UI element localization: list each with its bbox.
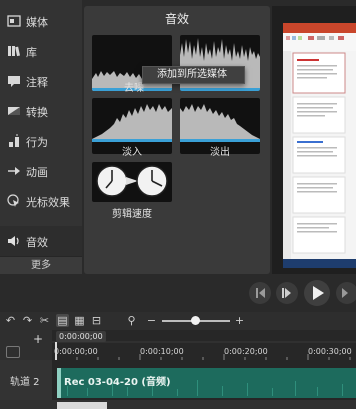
effect-tile-clip-speed[interactable] <box>92 162 172 202</box>
context-menu-add-to-selected-media[interactable]: 添加到所选媒体 <box>142 66 245 84</box>
sidebar-item-label: 光标效果 <box>26 196 70 209</box>
tile-label: 淡出 <box>210 147 230 158</box>
ruler-time-label: 0:00:10;00 <box>140 347 184 356</box>
paste-icon[interactable]: ▦ <box>73 314 86 327</box>
add-track-icon[interactable]: + <box>33 332 43 346</box>
cursor-effect-icon <box>7 194 19 207</box>
sidebar-item-transition[interactable]: 转换 <box>0 96 82 126</box>
track-3-strip <box>0 400 356 409</box>
canvas-document-thumbnail <box>283 23 356 268</box>
sidebar-item-label: 动画 <box>26 166 48 179</box>
tile-label: 淡入 <box>122 147 142 158</box>
playback-bar <box>0 274 356 312</box>
sidebar-item-media[interactable]: 媒体 <box>0 6 82 36</box>
split-icon[interactable]: ⊟ <box>90 314 103 327</box>
sidebar-item-label: 音效 <box>26 236 48 249</box>
clip-title: Rec 03-04-20 (音频) <box>64 377 171 388</box>
media-icon <box>7 15 21 27</box>
waveform-icon <box>180 104 260 142</box>
copy-icon[interactable]: ▤ <box>56 314 69 327</box>
next-frame-button[interactable] <box>336 282 356 304</box>
previous-frame-button[interactable] <box>249 282 271 304</box>
sidebar-item-audio-effects[interactable]: 音效 <box>0 226 82 256</box>
play-icon <box>313 286 324 300</box>
clip-speed-icon <box>96 165 168 197</box>
annotation-icon <box>8 76 20 87</box>
sidebar-item-label: 转换 <box>26 106 48 119</box>
sidebar-item-cursor-effects[interactable]: 光标效果 <box>0 186 82 216</box>
step-forward-button[interactable] <box>276 282 298 304</box>
play-button[interactable] <box>304 280 330 306</box>
sidebar-item-label: 注释 <box>26 76 48 89</box>
sidebar-item-label: 行为 <box>26 136 48 149</box>
zoom-slider-handle[interactable] <box>191 316 200 325</box>
undo-icon[interactable]: ↶ <box>4 314 17 327</box>
sidebar-item-animation[interactable]: 动画 <box>0 156 82 186</box>
track-options-icon[interactable] <box>6 346 20 358</box>
sidebar-item-label: 库 <box>26 46 37 59</box>
sidebar-item-label: 媒体 <box>26 16 48 29</box>
more-button[interactable]: 更多 <box>0 256 82 274</box>
sidebar-item-library[interactable]: 库 <box>0 36 82 66</box>
redo-icon[interactable]: ↷ <box>21 314 34 327</box>
zoom-out-icon[interactable]: − <box>145 314 158 327</box>
cut-icon[interactable]: ✂ <box>38 314 51 327</box>
ruler-time-label: 0:00:20;00 <box>224 347 268 356</box>
step-forward-icon <box>282 288 291 298</box>
panel-title: 音效 <box>164 12 189 26</box>
camtasia-editor: 媒体 库 注释 转换 行为 动画 光标效果 音效 更多 音效 去噪 淡入 淡出 … <box>0 0 356 409</box>
behavior-icon <box>9 134 19 147</box>
zoom-icon[interactable]: ⚲ <box>125 314 138 327</box>
waveform-icon <box>92 104 172 142</box>
sidebar-item-annotation[interactable]: 注释 <box>0 66 82 96</box>
ruler-time-label: 0:00:00;00 <box>54 347 98 356</box>
sidebar-item-behavior[interactable]: 行为 <box>0 126 82 156</box>
tile-label: 剪辑速度 <box>112 209 152 220</box>
transition-icon <box>8 107 20 115</box>
step-back-icon <box>256 288 265 298</box>
track-controls-header: + <box>0 330 52 360</box>
library-icon <box>8 46 20 57</box>
audio-effect-icon <box>8 236 19 246</box>
ruler-time-label: 0:00:30;00 <box>308 347 352 356</box>
step-next-icon <box>342 288 348 298</box>
animation-icon <box>8 167 20 175</box>
sidebar: 媒体 库 注释 转换 行为 动画 光标效果 音效 更多 <box>0 0 82 274</box>
document-preview-icon <box>283 23 356 268</box>
playhead-time[interactable]: 0:00:00;00 <box>56 331 106 342</box>
video-clip-thumbnail[interactable] <box>57 402 107 409</box>
track-label: 轨道 2 <box>10 377 40 388</box>
zoom-in-icon[interactable]: + <box>233 314 246 327</box>
